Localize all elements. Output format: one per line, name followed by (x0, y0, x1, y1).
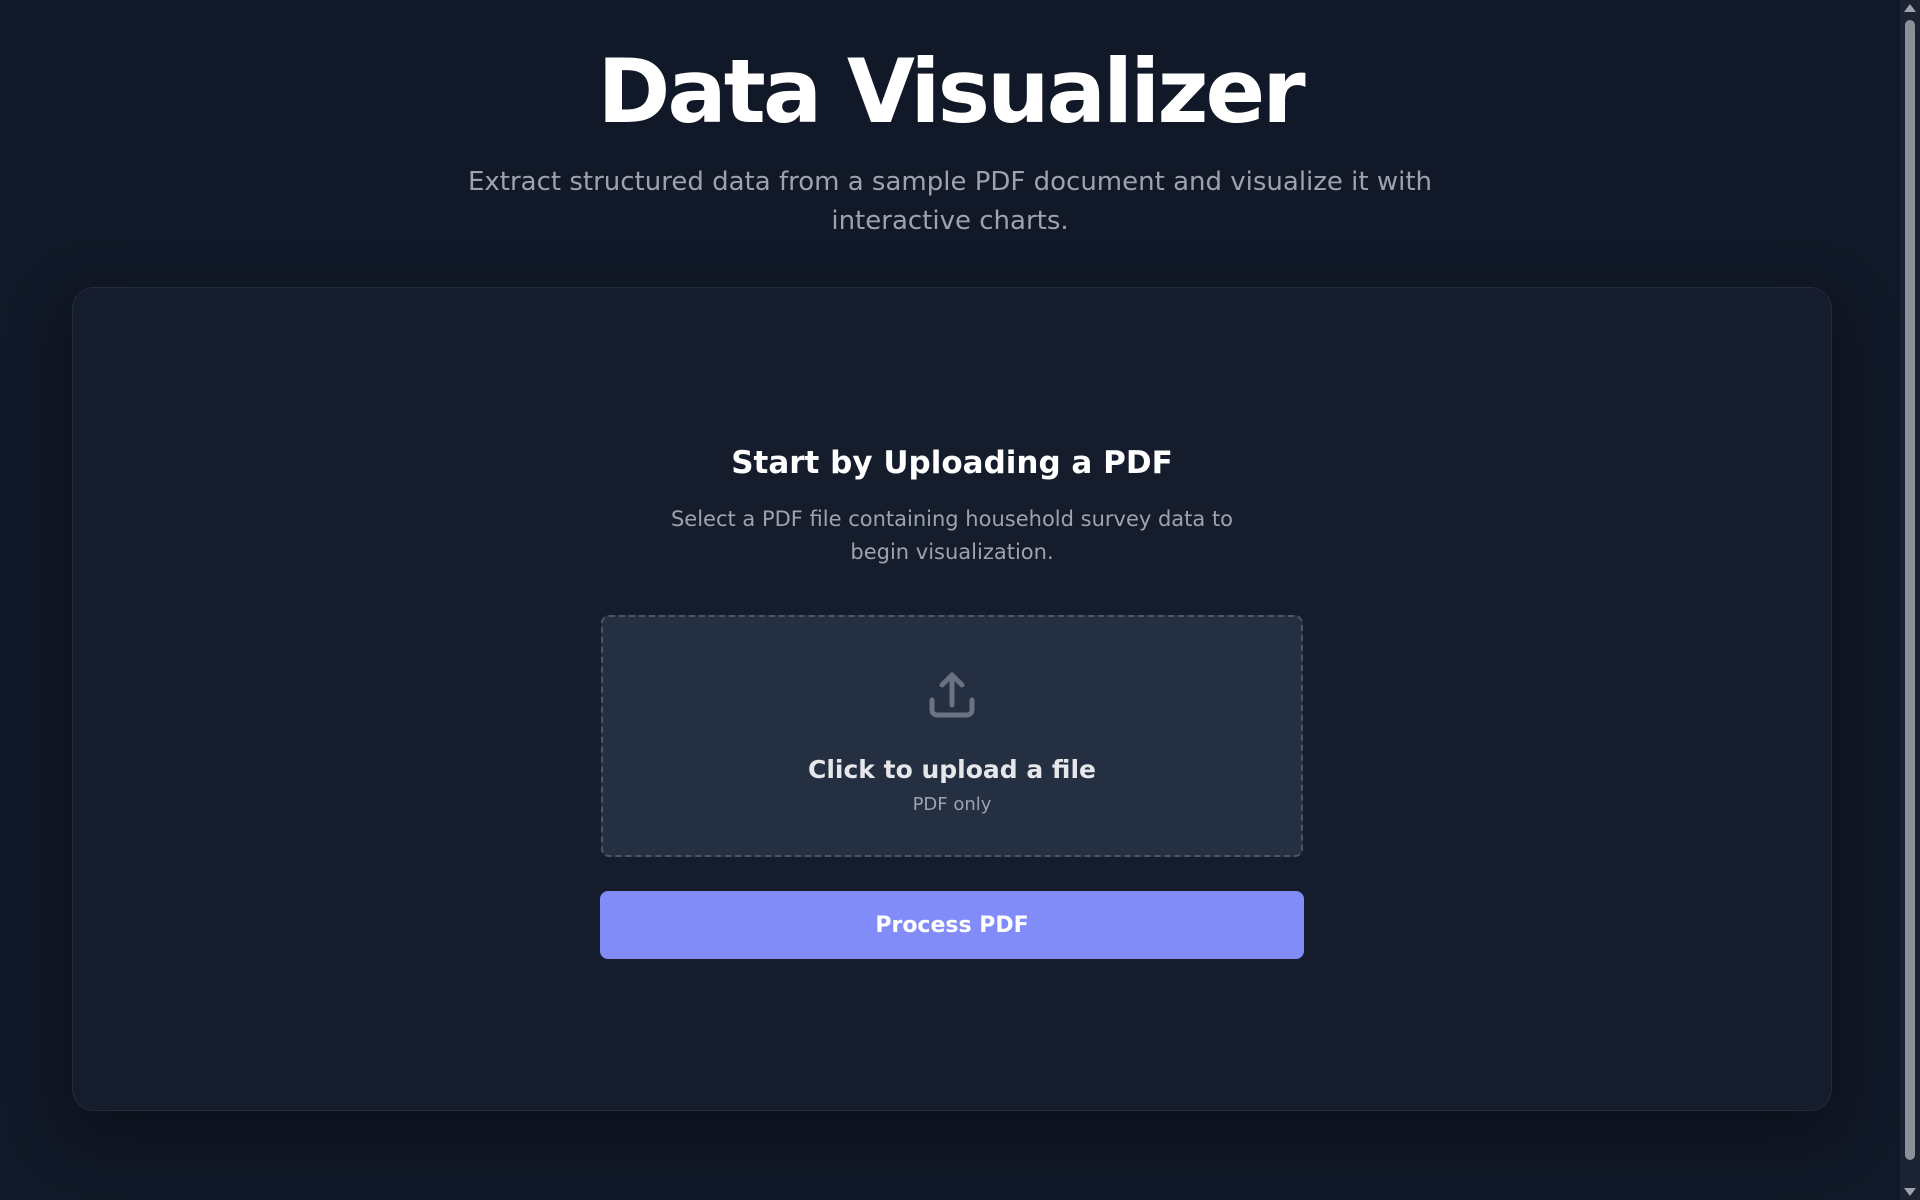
process-pdf-button[interactable]: Process PDF (600, 891, 1304, 960)
upload-icon (929, 672, 975, 718)
page-subtitle: Extract structured data from a sample PD… (467, 166, 1433, 236)
upload-card-content: Start by Uploading a PDF Select a PDF fi… (73, 443, 1831, 960)
dropzone-hint: PDF only (912, 794, 992, 816)
page-content: Data Visualizer Extract structured data … (0, 0, 1900, 1200)
upload-card-description: Select a PDF file containing household s… (670, 507, 1234, 565)
dropzone-label: Click to upload a file (807, 755, 1096, 785)
page-title: Data Visualizer (597, 40, 1305, 143)
vertical-scrollbar[interactable] (1900, 0, 1920, 1200)
scroll-down-arrow-icon[interactable] (1904, 1188, 1916, 1196)
app-viewport: Data Visualizer Extract structured data … (0, 0, 1920, 1200)
scrollbar-thumb[interactable] (1905, 20, 1915, 1160)
scroll-up-arrow-icon[interactable] (1904, 4, 1916, 12)
upload-card: Start by Uploading a PDF Select a PDF fi… (72, 287, 1832, 1111)
page-header: Data Visualizer Extract structured data … (0, 0, 1900, 241)
file-dropzone[interactable]: Click to upload a file PDF only (601, 615, 1303, 858)
upload-card-title: Start by Uploading a PDF (731, 445, 1173, 481)
